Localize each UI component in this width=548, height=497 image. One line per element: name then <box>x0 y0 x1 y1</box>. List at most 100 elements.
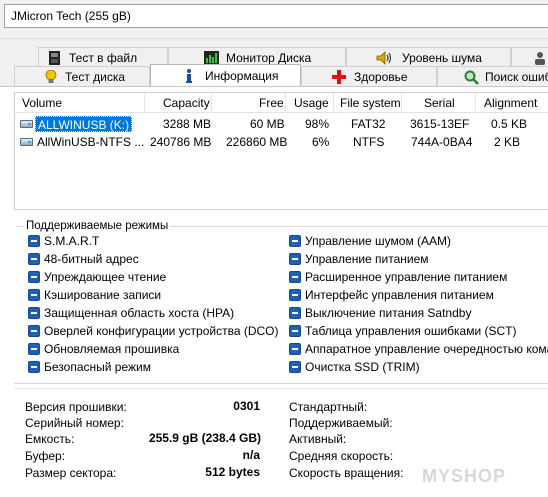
column-separator <box>144 93 145 113</box>
mode-label: Интерфейс управления питанием <box>305 288 494 302</box>
mode-label: Аппаратное управление очередностью коман… <box>305 342 548 356</box>
column-header-filesystem[interactable]: File system <box>340 96 401 110</box>
volume-alignment: 0.5 KB <box>491 117 528 131</box>
volume-alignment: 2 KB <box>494 135 521 149</box>
tab-information[interactable]: Информация <box>150 64 301 86</box>
health-cross-icon <box>331 69 347 85</box>
volume-usage: 98% <box>305 117 330 131</box>
column-header-free[interactable]: Free <box>259 96 284 110</box>
supported-mode-icon <box>28 235 40 247</box>
tab-label: Тест в файл <box>69 51 138 65</box>
mode-label: S.M.A.R.T <box>44 234 100 248</box>
device-bar: JMicron Tech (255 gB) <box>0 0 548 38</box>
mode-label: Таблица управления ошибками (SCT) <box>305 324 517 338</box>
supported-mode-icon <box>289 325 301 337</box>
volume-usage: 6% <box>312 135 330 149</box>
tab-overflow[interactable] <box>511 47 548 67</box>
volume-capacity: 3288 MB <box>163 117 212 131</box>
tab-label: Тест диска <box>65 70 126 84</box>
person-icon <box>532 50 548 66</box>
tab-error-search[interactable]: Поиск ошибо <box>437 66 548 86</box>
divider <box>0 38 548 39</box>
volume-filesystem: NTFS <box>353 135 385 149</box>
supported-standard-label: Поддерживаемый: <box>289 416 393 430</box>
column-header-capacity[interactable]: Capacity <box>163 96 210 110</box>
supported-mode-icon <box>28 325 40 337</box>
avg-speed-label: Средняя скорость: <box>289 449 394 463</box>
supported-mode-icon <box>28 289 40 301</box>
supported-mode-icon <box>28 307 40 319</box>
column-header-alignment[interactable]: Alignment <box>484 96 537 110</box>
mode-label: Защищенная область хоста (HPA) <box>44 306 235 320</box>
column-header-volume[interactable]: Volume <box>22 96 62 110</box>
mode-label: Управление шумом (AAM) <box>305 234 452 248</box>
lightbulb-icon <box>43 69 59 85</box>
tab-label: Информация <box>205 69 279 83</box>
standard-label: Стандартный: <box>289 400 368 414</box>
watermark: MYSHOP <box>422 466 507 486</box>
sector-size-value: 512 bytes <box>205 465 260 479</box>
supported-mode-icon <box>28 253 40 265</box>
capacity-label: Емкость: <box>25 432 75 446</box>
supported-mode-icon <box>28 271 40 283</box>
drive-icon <box>20 138 33 146</box>
tab-health[interactable]: Здоровье <box>301 66 437 86</box>
supported-mode-icon <box>289 361 301 373</box>
device-select[interactable]: JMicron Tech (255 gB) <box>4 4 548 28</box>
tab-label: Поиск ошибо <box>485 70 548 84</box>
tab-noise-level[interactable]: Уровень шума <box>346 47 511 67</box>
table-row[interactable]: ALLWINUSB (K:) 3288 MB 60 MB 98% FAT32 3… <box>15 116 548 133</box>
mode-label: Управление питанием <box>305 252 429 266</box>
table-row[interactable]: AllWinUSB-NTFS ... 240786 MB 226860 MB 6… <box>15 134 548 151</box>
column-header-usage[interactable]: Usage <box>294 96 329 110</box>
speaker-icon <box>376 50 392 66</box>
tab-row-bottom: Тест диска Информация Здоровье Поиск оши… <box>0 64 548 86</box>
supported-modes-group <box>16 226 548 380</box>
magnifier-icon <box>463 69 479 85</box>
volume-table-header: Volume Capacity Free Usage File system S… <box>15 93 548 113</box>
firmware-label: Версия прошивки: <box>25 400 127 414</box>
mode-label: Кэширование записи <box>44 288 162 302</box>
firmware-value: 0301 <box>233 399 260 413</box>
supported-mode-icon <box>289 289 301 301</box>
buffer-label: Буфер: <box>25 449 66 463</box>
column-separator <box>401 93 402 113</box>
volume-name: AllWinUSB-NTFS ... <box>37 135 145 149</box>
column-separator <box>475 93 476 113</box>
volume-table[interactable]: Volume Capacity Free Usage File system S… <box>14 92 548 210</box>
supported-mode-icon <box>289 307 301 319</box>
column-header-serial[interactable]: Serial <box>424 96 455 110</box>
tab-label: Уровень шума <box>402 51 482 65</box>
column-separator <box>333 93 334 113</box>
tab-label: Здоровье <box>354 70 408 84</box>
file-test-icon <box>47 50 63 66</box>
mode-label: Упреждающее чтение <box>44 270 167 284</box>
drive-icon <box>20 120 33 128</box>
rotation-speed-label: Скорость вращения: <box>289 466 404 480</box>
mode-label: Очистка SSD (TRIM) <box>305 360 420 374</box>
volume-filesystem: FAT32 <box>351 117 386 131</box>
capacity-value: 255.9 gB (238.4 GB) <box>148 431 261 445</box>
active-standard-label: Активный: <box>289 432 347 446</box>
volume-serial: 744A-0BA4 <box>411 135 473 149</box>
column-separator <box>285 93 286 113</box>
divider <box>14 383 548 384</box>
volume-free: 226860 MB <box>226 135 288 149</box>
buffer-value: n/a <box>242 448 260 462</box>
volume-free: 60 MB <box>250 117 285 131</box>
supported-mode-icon <box>28 361 40 373</box>
mode-label: 48-битный адрес <box>44 252 139 266</box>
sector-size-label: Размер сектора: <box>25 466 117 480</box>
tab-disk-test[interactable]: Тест диска <box>14 66 150 86</box>
mode-label: Обновляемая прошивка <box>44 342 180 356</box>
volume-serial: 3615-13EF <box>410 117 470 131</box>
supported-mode-icon <box>289 271 301 283</box>
info-icon <box>181 68 197 84</box>
tab-file-test[interactable]: Тест в файл <box>38 47 168 67</box>
volume-capacity: 240786 MB <box>150 135 212 149</box>
mode-label: Расширенное управление питанием <box>305 270 508 284</box>
volume-name: ALLWINUSB (K:) <box>35 116 133 132</box>
serial-label: Серийный номер: <box>25 416 124 430</box>
supported-mode-icon <box>289 235 301 247</box>
mode-label: Выключение питания Satndby <box>305 306 472 320</box>
